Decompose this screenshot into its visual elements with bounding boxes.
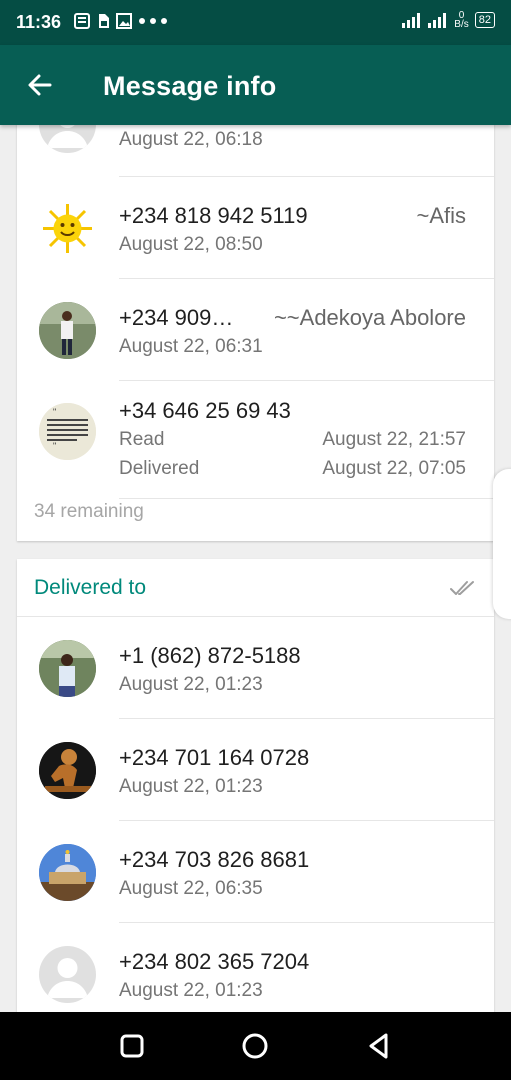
- message-info-content[interactable]: August 22, 06:18 +234 818 942 5119 ~Afis…: [0, 125, 511, 1012]
- recents-icon[interactable]: [117, 1031, 147, 1061]
- navigation-bar: [0, 1012, 511, 1080]
- network-speed: 0 B/s: [454, 10, 469, 30]
- contact-time: August 22, 01:23: [119, 674, 263, 695]
- signal-icon: [402, 13, 421, 28]
- list-item[interactable]: +234 909… ~~Adekoya Abolore August 22, 0…: [17, 279, 494, 381]
- contact-time: August 22, 01:23: [119, 776, 263, 797]
- contact-name: +34 646 25 69 43: [119, 398, 291, 423]
- back-arrow-icon[interactable]: [24, 69, 56, 101]
- contact-name: +234 703 826 8681: [119, 847, 310, 872]
- avatar: [39, 200, 96, 257]
- read-by-card: August 22, 06:18 +234 818 942 5119 ~Afis…: [17, 125, 494, 541]
- read-label: Read: [119, 429, 165, 450]
- avatar: [39, 946, 96, 1003]
- list-item[interactable]: +234 802 365 7204 August 22, 01:23: [17, 923, 494, 1012]
- section-title: Delivered to: [34, 576, 147, 599]
- avatar: [39, 844, 96, 901]
- contact-name: +1 (862) 872-5188: [119, 643, 301, 668]
- avatar: [39, 125, 96, 153]
- delivered-time: August 22, 07:05: [322, 458, 466, 479]
- double-check-icon: [450, 581, 474, 595]
- contact-name: +234 701 164 0728: [119, 745, 310, 770]
- contact-name: +234 802 365 7204: [119, 949, 310, 974]
- remaining-count[interactable]: 34 remaining: [34, 501, 144, 523]
- contact-name: +234 818 942 5119: [119, 203, 308, 228]
- list-item[interactable]: August 22, 06:18: [17, 125, 494, 177]
- more-notifications-icon: [139, 18, 167, 24]
- list-item[interactable]: +234 703 826 8681 August 22, 06:35: [17, 821, 494, 923]
- avatar: [39, 742, 96, 799]
- contact-name: +234 909…: [119, 305, 234, 330]
- delivered-label: Delivered: [119, 458, 200, 479]
- home-icon[interactable]: [240, 1031, 270, 1061]
- delivered-to-card: Delivered to +1 (862) 872-5188 August 22…: [17, 559, 494, 1012]
- status-time: 11:36: [16, 12, 62, 32]
- app-bar: Message info: [0, 45, 511, 125]
- list-item[interactable]: +234 701 164 0728 August 22, 01:23: [17, 719, 494, 821]
- avatar: " ": [39, 403, 96, 460]
- signal-icon: [428, 13, 447, 28]
- status-bar: 11:36 0 B/s 82: [0, 0, 511, 45]
- contact-alias: ~~Adekoya Abolore: [273, 305, 466, 330]
- contact-alias: ~Afis: [416, 203, 466, 228]
- contact-time: August 22, 08:50: [119, 234, 263, 255]
- list-item[interactable]: " " +34 646 25 69 43 Read August 22, 21:…: [17, 381, 494, 499]
- svg-text:": ": [53, 441, 56, 451]
- contact-time: August 22, 01:23: [119, 980, 263, 1001]
- avatar: [39, 302, 96, 359]
- contact-time: August 22, 06:35: [119, 878, 263, 899]
- back-icon[interactable]: [364, 1031, 394, 1061]
- list-item[interactable]: +234 818 942 5119 ~Afis August 22, 08:50: [17, 177, 494, 279]
- svg-text:": ": [53, 407, 56, 417]
- contact-time: August 22, 06:31: [119, 336, 263, 357]
- list-item[interactable]: +1 (862) 872-5188 August 22, 01:23: [17, 617, 494, 719]
- gallery-icon: [116, 13, 132, 29]
- edge-panel-handle[interactable]: [493, 469, 511, 619]
- battery-icon: 82: [474, 12, 495, 28]
- page-title: Message info: [103, 71, 277, 101]
- contact-time: August 22, 06:18: [119, 129, 263, 150]
- news-icon: [74, 13, 90, 29]
- avatar: [39, 640, 96, 697]
- read-time: August 22, 21:57: [322, 429, 466, 450]
- sim-icon: [99, 14, 109, 28]
